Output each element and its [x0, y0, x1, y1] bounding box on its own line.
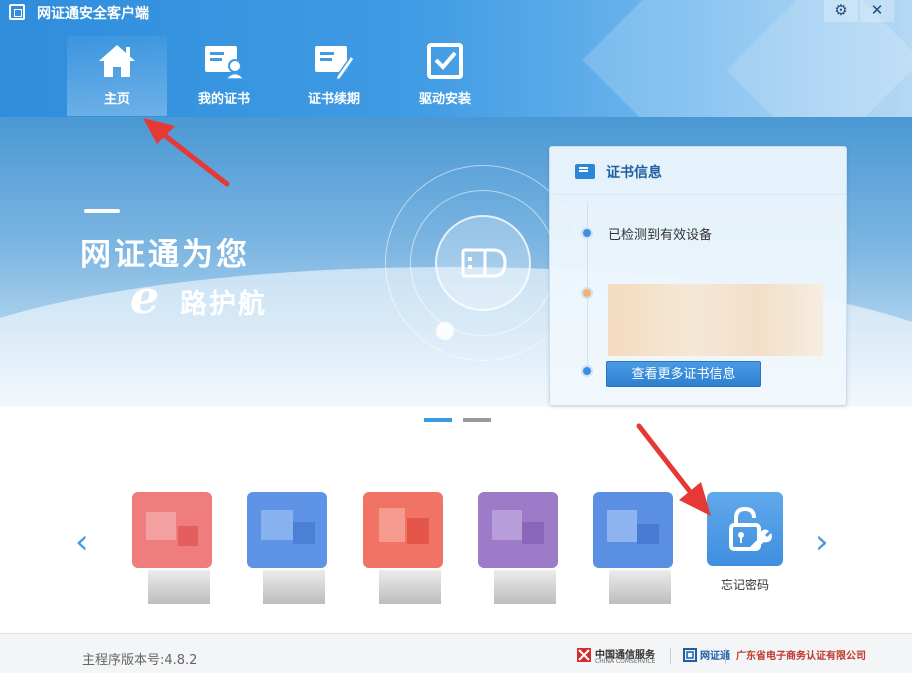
decor-orb: [436, 322, 454, 340]
nav-label-my-certificates: 我的证书: [197, 92, 250, 107]
certificate-user-icon: [205, 46, 245, 80]
banner-page-indicator-2[interactable]: [463, 418, 491, 422]
china-comservice-logo-icon: [577, 648, 591, 662]
quick-tile-2-label: [263, 570, 325, 604]
banner-dash: [84, 209, 120, 213]
nav-item-my-certificates[interactable]: 我的证书: [174, 36, 274, 116]
netca-logo-icon: [683, 648, 697, 662]
app-title: 网证通安全客户端: [37, 6, 149, 22]
certificate-renew-icon: [315, 46, 355, 80]
quick-tile-4[interactable]: [478, 492, 558, 568]
view-more-certificate-button[interactable]: 查看更多证书信息: [606, 361, 761, 387]
more-dot: [581, 365, 593, 377]
certificate-dot: [581, 287, 593, 299]
device-status-text: 已检测到有效设备: [608, 228, 713, 243]
annotation-arrow-home: [143, 118, 230, 187]
certificate-info-panel: 证书信息 已检测到有效设备 查看更多证书信息: [549, 146, 847, 406]
tiles-prev-button[interactable]: ‹: [75, 522, 89, 562]
status-dot: [581, 227, 593, 239]
quick-tile-3[interactable]: [363, 492, 443, 568]
nav-label-driver-install: 驱动安装: [418, 92, 471, 107]
quick-tile-2[interactable]: [247, 492, 327, 568]
quick-tile-5-label: [609, 570, 671, 604]
certificate-info-title: 证书信息: [606, 165, 662, 181]
quick-tile-3-label: [379, 570, 441, 604]
usb-key-icon: [461, 248, 507, 278]
banner-slogan-line1: 网证通为您: [80, 237, 250, 273]
nav-item-certificate-renew[interactable]: 证书续期: [284, 36, 384, 116]
nav-item-home[interactable]: 主页: [67, 36, 167, 116]
quick-tile-1[interactable]: [132, 492, 212, 568]
nav-item-driver-install[interactable]: 驱动安装: [395, 36, 495, 116]
quick-tile-4-label: [494, 570, 556, 604]
nav-label-home: 主页: [103, 92, 130, 107]
annotation-arrow-forgot-password: [636, 423, 711, 516]
settings-button[interactable]: ⚙: [824, 0, 858, 22]
version-text: 主程序版本号:4.8.2: [82, 653, 198, 668]
app-header: 网证通安全客户端 ⚙ ✕ 主页 我的证书 证书续期 驱动安装: [0, 0, 912, 117]
forgot-password-label: 忘记密码: [720, 578, 769, 592]
home-icon: [99, 45, 135, 77]
app-logo-icon: [9, 4, 25, 20]
status-footer: 主程序版本号:4.8.2 中国通信服务 CHINA COMSERVICE 网证通…: [0, 633, 912, 673]
banner-slogan-e: e: [130, 270, 160, 324]
quick-tile-1-label: [148, 570, 210, 604]
usb-key-emblem: [435, 215, 531, 311]
certificate-info-icon: [575, 164, 595, 179]
title-bar[interactable]: 网证通安全客户端 ⚙ ✕: [0, 0, 912, 26]
partner-guangdong-ca: 广东省电子商务认证有限公司: [736, 651, 866, 662]
banner-page-indicator-1[interactable]: [424, 418, 452, 422]
nav-label-certificate-renew: 证书续期: [307, 92, 360, 107]
partner-china-comservice-sub: CHINA COMSERVICE: [595, 658, 656, 665]
driver-install-icon: [427, 43, 463, 79]
tiles-next-button[interactable]: ›: [815, 522, 829, 562]
close-button[interactable]: ✕: [860, 0, 894, 22]
certificate-details-redacted: [608, 284, 823, 356]
certificate-info-header: 证书信息: [550, 147, 846, 195]
banner-slogan-line2: 路护航: [180, 289, 267, 320]
